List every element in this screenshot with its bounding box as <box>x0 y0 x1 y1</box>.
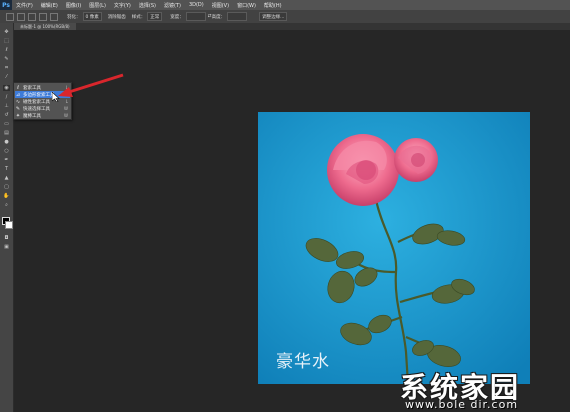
flyout-item-key: W <box>64 113 68 118</box>
polygon-lasso-icon: ⊿ <box>15 91 21 98</box>
flyout-item-label: 套索工具 <box>23 85 41 91</box>
dodge-tool-icon[interactable]: ○ <box>3 148 10 154</box>
history-brush-tool-icon[interactable]: ↺ <box>3 112 10 118</box>
menu-select[interactable]: 选择(S) <box>135 2 160 9</box>
spot-healing-tool-icon[interactable]: ◉ <box>3 85 10 91</box>
menu-bar: Ps 文件(F) 编辑(E) 图像(I) 图层(L) 文字(Y) 选择(S) 滤… <box>0 0 570 10</box>
gradient-tool-icon[interactable]: ▤ <box>3 130 10 136</box>
width-label: 宽度： <box>170 14 184 20</box>
tool-preset-icon[interactable] <box>5 12 14 21</box>
style-label: 样式： <box>131 14 146 20</box>
flyout-item-label: 磁性套索工具 <box>23 99 50 105</box>
toolbox: ✥ ⬚ ℓ ✎ ⌗ ⁄ ◉ ∕ ⊥ ↺ ▭ ▤ ● ○ ✒ T ▲ ▢ ✋ ⌕ … <box>0 23 14 412</box>
menu-edit[interactable]: 编辑(E) <box>37 2 62 9</box>
flyout-item-label: 多边形套索工具 <box>23 92 55 98</box>
subtract-selection-icon[interactable] <box>38 12 47 21</box>
new-selection-icon[interactable] <box>16 12 25 21</box>
brush-tool-icon[interactable]: ∕ <box>3 94 10 100</box>
photoshop-logo: Ps <box>0 0 12 10</box>
background-color-swatch[interactable] <box>5 221 13 229</box>
menu-image[interactable]: 图像(I) <box>62 2 85 9</box>
lasso-icon: ℓ <box>16 84 20 91</box>
feather-label: 羽化： <box>67 14 81 20</box>
eyedropper-tool-icon[interactable]: ⁄ <box>3 74 10 80</box>
eraser-tool-icon[interactable]: ▭ <box>3 121 10 127</box>
quick-select-icon: ✎ <box>15 105 21 112</box>
type-tool-icon[interactable]: T <box>3 166 10 172</box>
marquee-tool-icon[interactable]: ⬚ <box>3 38 10 44</box>
stamp-tool-icon[interactable]: ⊥ <box>3 103 10 109</box>
flyout-item-label: 魔棒工具 <box>23 113 41 119</box>
hand-tool-icon[interactable]: ✋ <box>3 193 10 199</box>
pen-tool-icon[interactable]: ✒ <box>3 157 10 163</box>
flyout-item-magic-wand[interactable]: ✦ 魔棒工具 W <box>15 112 70 119</box>
canvas-image[interactable] <box>258 112 530 384</box>
width-input[interactable] <box>185 12 206 21</box>
quick-select-tool-icon[interactable]: ✎ <box>3 56 10 62</box>
refine-edge-button[interactable]: 调整边缘... <box>259 12 288 21</box>
path-select-tool-icon[interactable]: ▲ <box>3 175 10 181</box>
feather-input[interactable]: 0 像素 <box>82 12 102 21</box>
lasso-tool-icon[interactable]: ℓ <box>3 47 10 53</box>
canvas-watermark-text: 豪华水 <box>276 352 330 372</box>
crop-tool-icon[interactable]: ⌗ <box>3 65 10 71</box>
menu-type[interactable]: 文字(Y) <box>110 2 135 9</box>
add-selection-icon[interactable] <box>27 12 36 21</box>
magnetic-lasso-icon: ∿ <box>15 98 21 105</box>
shape-tool-icon[interactable]: ▢ <box>3 184 10 190</box>
magic-wand-icon: ✦ <box>15 112 21 119</box>
menu-filter[interactable]: 滤镜(T) <box>160 2 185 9</box>
menu-window[interactable]: 窗口(W) <box>233 2 260 9</box>
flyout-item-key: W <box>64 106 68 111</box>
antialias-checkbox[interactable]: 消除锯齿 <box>108 14 126 20</box>
site-url-text: www.bole dir.com <box>405 398 519 411</box>
mouse-pointer-icon <box>52 92 60 102</box>
intersect-selection-icon[interactable] <box>49 12 58 21</box>
height-input[interactable] <box>227 12 248 21</box>
menu-file[interactable]: 文件(F) <box>12 2 37 9</box>
options-bar: 羽化： 0 像素 消除锯齿 样式： 正常 宽度： ⇄ 高度： 调整边缘... <box>0 10 570 24</box>
flyout-item-quick-select[interactable]: ✎ 快速选择工具 W <box>15 105 70 112</box>
blur-tool-icon[interactable]: ● <box>3 139 10 145</box>
annotation-arrow <box>58 73 124 97</box>
style-select[interactable]: 正常 <box>147 12 163 21</box>
menu-view[interactable]: 视图(V) <box>208 2 233 9</box>
menu-3d[interactable]: 3D(D) <box>185 2 208 8</box>
menu-layer[interactable]: 图层(L) <box>85 2 110 9</box>
zoom-tool-icon[interactable]: ⌕ <box>3 202 10 208</box>
height-label: 高度： <box>211 14 226 20</box>
document-tab-bar: 未标题-1 @ 100%(RGB/8) <box>14 23 570 30</box>
quick-mask-icon[interactable]: ◘ <box>3 235 10 241</box>
screen-mode-icon[interactable]: ▣ <box>3 244 10 250</box>
document-tab[interactable]: 未标题-1 @ 100%(RGB/8) <box>14 23 76 30</box>
menu-help[interactable]: 帮助(H) <box>260 2 286 9</box>
move-tool-icon[interactable]: ✥ <box>3 29 10 35</box>
flyout-item-label: 快速选择工具 <box>23 106 50 112</box>
